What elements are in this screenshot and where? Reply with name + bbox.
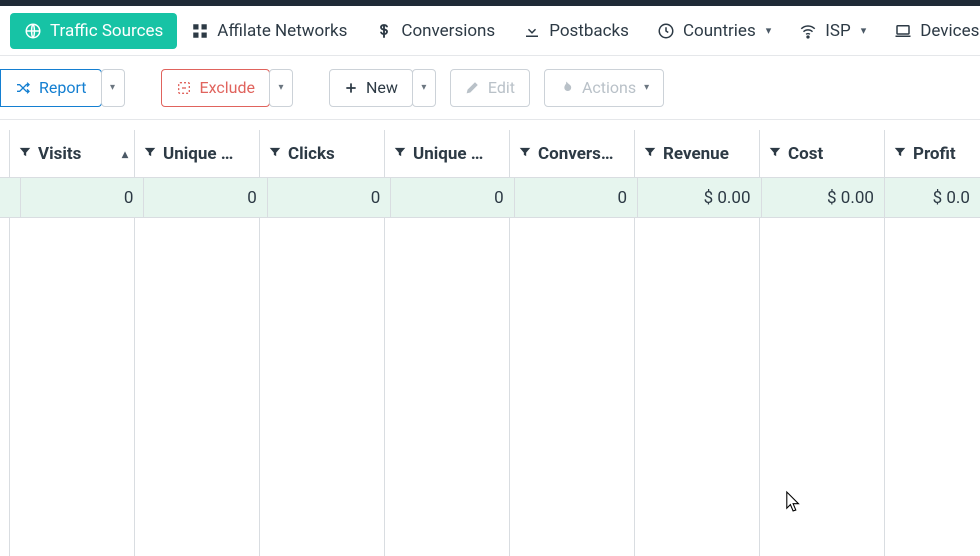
chevron-down-icon: ▾	[421, 82, 426, 93]
cell-conversions: 0	[515, 178, 638, 217]
nav-label: Devices	[920, 21, 979, 41]
actions-button[interactable]: Actions ▾	[544, 69, 664, 107]
wifi-icon	[799, 22, 817, 40]
cell-visits: 0	[21, 178, 144, 217]
sort-asc-icon: ▴	[122, 147, 128, 161]
button-label: Report	[39, 78, 87, 97]
filter-icon	[268, 144, 282, 164]
chevron-down-icon: ▾	[278, 82, 283, 93]
edit-button[interactable]: Edit	[450, 69, 530, 107]
new-button[interactable]: New	[329, 69, 413, 107]
col-label: Convers…	[538, 144, 613, 164]
action-toolbar: Report ▾ Exclude ▾ New ▾ Edit Actio	[0, 56, 980, 120]
grid-body	[0, 218, 980, 556]
nav-devices[interactable]: Devices ▾	[880, 13, 980, 49]
primary-nav: Traffic Sources Affilate Networks Conver…	[0, 6, 980, 56]
nav-conversions[interactable]: Conversions	[361, 13, 509, 49]
clock-icon	[657, 22, 675, 40]
new-dropdown[interactable]: ▾	[412, 69, 436, 107]
report-button[interactable]: Report	[0, 69, 102, 107]
col-conversions[interactable]: Convers…	[510, 130, 635, 177]
chevron-down-icon: ▾	[861, 24, 867, 37]
plus-icon	[344, 81, 358, 95]
col-label: Cost	[788, 144, 823, 164]
col-profit[interactable]: Profit	[885, 130, 980, 177]
grid-header: Visits ▴ Unique … Clicks Unique … Conver…	[0, 130, 980, 178]
chevron-down-icon: ▾	[644, 82, 649, 93]
grid-icon	[191, 22, 209, 40]
nav-label: Countries	[683, 21, 756, 41]
filter-icon	[518, 144, 532, 164]
col-label: Revenue	[663, 144, 729, 164]
button-label: Edit	[488, 78, 515, 97]
col-label: Profit	[913, 144, 956, 164]
nav-postbacks[interactable]: Postbacks	[509, 13, 643, 49]
pencil-icon	[465, 80, 480, 95]
cell-revenue: $ 0.00	[638, 178, 761, 217]
shuffle-icon	[15, 80, 31, 96]
col-revenue[interactable]: Revenue	[635, 130, 760, 177]
report-dropdown[interactable]: ▾	[101, 69, 125, 107]
filter-icon	[768, 144, 782, 164]
nav-countries[interactable]: Countries ▾	[643, 13, 785, 49]
col-label: Clicks	[288, 144, 335, 164]
exclude-dropdown[interactable]: ▾	[269, 69, 293, 107]
cell-unique-clicks: 0	[391, 178, 514, 217]
filter-icon	[643, 144, 657, 164]
col-label: Unique …	[413, 144, 483, 164]
col-unique-visits[interactable]: Unique …	[135, 130, 260, 177]
nav-traffic-sources[interactable]: Traffic Sources	[10, 13, 177, 49]
flame-icon	[559, 80, 574, 95]
col-visits[interactable]: Visits ▴	[10, 130, 135, 177]
nav-label: Affilate Networks	[217, 21, 347, 41]
globe-icon	[24, 22, 42, 40]
download-icon	[523, 22, 541, 40]
nav-affiliate-networks[interactable]: Affilate Networks	[177, 13, 361, 49]
cell-cost: $ 0.00	[762, 178, 885, 217]
chevron-down-icon: ▾	[110, 82, 115, 93]
filter-icon	[393, 144, 407, 164]
exclude-icon	[176, 80, 192, 96]
chevron-down-icon: ▾	[766, 24, 772, 37]
filter-icon	[143, 144, 157, 164]
nav-label: ISP	[825, 21, 850, 41]
dollar-icon	[375, 22, 393, 40]
filter-icon	[893, 144, 907, 164]
button-label: New	[366, 78, 398, 97]
exclude-button[interactable]: Exclude	[161, 69, 270, 107]
col-unique-clicks[interactable]: Unique …	[385, 130, 510, 177]
cell-unique-visits: 0	[144, 178, 267, 217]
button-label: Exclude	[200, 78, 255, 97]
cell-profit: $ 0.0	[885, 178, 980, 217]
nav-label: Traffic Sources	[50, 21, 163, 41]
col-clicks[interactable]: Clicks	[260, 130, 385, 177]
col-label: Visits	[38, 144, 81, 164]
nav-label: Postbacks	[549, 21, 629, 41]
filter-icon	[18, 144, 32, 164]
nav-label: Conversions	[401, 21, 495, 41]
cell-clicks: 0	[268, 178, 391, 217]
summary-row: 0 0 0 0 0 $ 0.00 $ 0.00 $ 0.0	[0, 178, 980, 218]
button-label: Actions	[582, 78, 636, 97]
col-cost[interactable]: Cost	[760, 130, 885, 177]
nav-isp[interactable]: ISP ▾	[785, 13, 880, 49]
laptop-icon	[894, 22, 912, 40]
col-label: Unique …	[163, 144, 233, 164]
